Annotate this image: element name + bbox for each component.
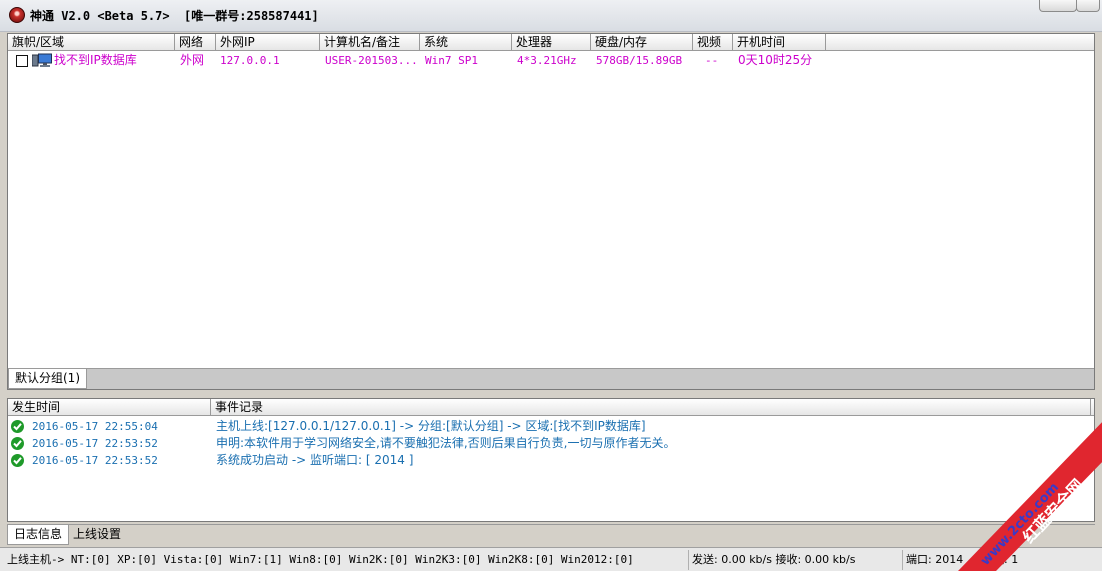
port-status: 端口: 2014: [902, 550, 974, 570]
cell-video: --: [705, 54, 719, 67]
window-title: 神通 V2.0 <Beta 5.7> [唯一群号:258587441]: [30, 9, 319, 23]
column-region[interactable]: 旗帜/区域: [8, 34, 175, 50]
column-os[interactable]: 系统: [420, 34, 512, 50]
check-circle-icon: [11, 454, 24, 467]
bottom-tabstrip: 日志信息 上线设置: [7, 524, 1095, 545]
log-time: 2016-05-17 22:55:04: [32, 420, 158, 433]
host-count: 主机: 1: [978, 550, 1098, 570]
log-time: 2016-05-17 22:53:52: [32, 454, 158, 467]
log-row[interactable]: 2016-05-17 22:53:52 申明:本软件用于学习网络安全,请不要触犯…: [8, 435, 1094, 452]
cell-network: 外网: [180, 53, 205, 67]
title-bar[interactable]: 神通 V2.0 <Beta 5.7> [唯一群号:258587441]: [0, 0, 1102, 32]
log-row[interactable]: 2016-05-17 22:53:52 系统成功启动 -> 监听端口: [ 20…: [8, 452, 1094, 469]
check-circle-icon: [11, 420, 24, 433]
status-bar: 上线主机-> NT:[0] XP:[0] Vista:[0] Win7:[1] …: [0, 547, 1102, 571]
column-disk-memory[interactable]: 硬盘/内存: [591, 34, 693, 50]
host-list-panel: 旗帜/区域 网络 外网IP 计算机名/备注 系统 处理器 硬盘/内存 视频 开机…: [7, 33, 1095, 390]
cell-computer-name: USER-201503...: [325, 54, 418, 67]
column-event[interactable]: 事件记录: [211, 399, 1091, 415]
log-event: 主机上线:[127.0.0.1/127.0.0.1] -> 分组:[默认分组] …: [216, 419, 646, 433]
log-event: 系统成功启动 -> 监听端口: [ 2014 ]: [216, 453, 414, 467]
group-tabstrip: 默认分组(1): [8, 368, 1094, 389]
online-stats: 上线主机-> NT:[0] XP:[0] Vista:[0] Win7:[1] …: [7, 553, 634, 566]
tab-log-info[interactable]: 日志信息: [7, 525, 70, 545]
close-button[interactable]: [1076, 0, 1100, 12]
column-time[interactable]: 发生时间: [8, 399, 211, 415]
log-panel: 发生时间 事件记录 2016-05-17 22:55:04 主机上线:[127.…: [7, 398, 1095, 522]
monitor-icon: [32, 53, 52, 67]
log-event: 申明:本软件用于学习网络安全,请不要触犯法律,否则后果自行负责,一切与原作者无关…: [216, 436, 676, 450]
tab-default-group[interactable]: 默认分组(1): [8, 369, 87, 389]
maximize-button[interactable]: [1039, 0, 1077, 12]
app-logo-icon: [9, 7, 25, 23]
traffic-stats: 发送: 0.00 kb/s 接收: 0.00 kb/s: [688, 550, 898, 570]
check-circle-icon: [11, 437, 24, 450]
column-cpu[interactable]: 处理器: [512, 34, 591, 50]
cell-disk-memory: 578GB/15.89GB: [596, 54, 683, 67]
cell-cpu: 4*3.21GHz: [517, 54, 577, 67]
column-uptime[interactable]: 开机时间: [733, 34, 826, 50]
cell-os: Win7 SP1: [425, 54, 478, 67]
checkbox-icon[interactable]: [16, 55, 28, 67]
column-computer-name[interactable]: 计算机名/备注: [320, 34, 420, 50]
cell-uptime: 0天10时25分: [738, 53, 813, 67]
cell-ip: 127.0.0.1: [220, 54, 280, 67]
host-table-header: 旗帜/区域 网络 外网IP 计算机名/备注 系统 处理器 硬盘/内存 视频 开机…: [8, 34, 1094, 51]
log-time: 2016-05-17 22:53:52: [32, 437, 158, 450]
cell-region: 找不到IP数据库: [54, 53, 137, 67]
column-network[interactable]: 网络: [175, 34, 216, 50]
table-row[interactable]: 找不到IP数据库 外网 127.0.0.1 USER-201503... Win…: [8, 52, 1094, 69]
column-video[interactable]: 视频: [693, 34, 733, 50]
column-ip[interactable]: 外网IP: [216, 34, 320, 50]
tab-online-settings[interactable]: 上线设置: [67, 525, 127, 545]
log-table-header: 发生时间 事件记录: [8, 399, 1094, 416]
log-row[interactable]: 2016-05-17 22:55:04 主机上线:[127.0.0.1/127.…: [8, 418, 1094, 435]
